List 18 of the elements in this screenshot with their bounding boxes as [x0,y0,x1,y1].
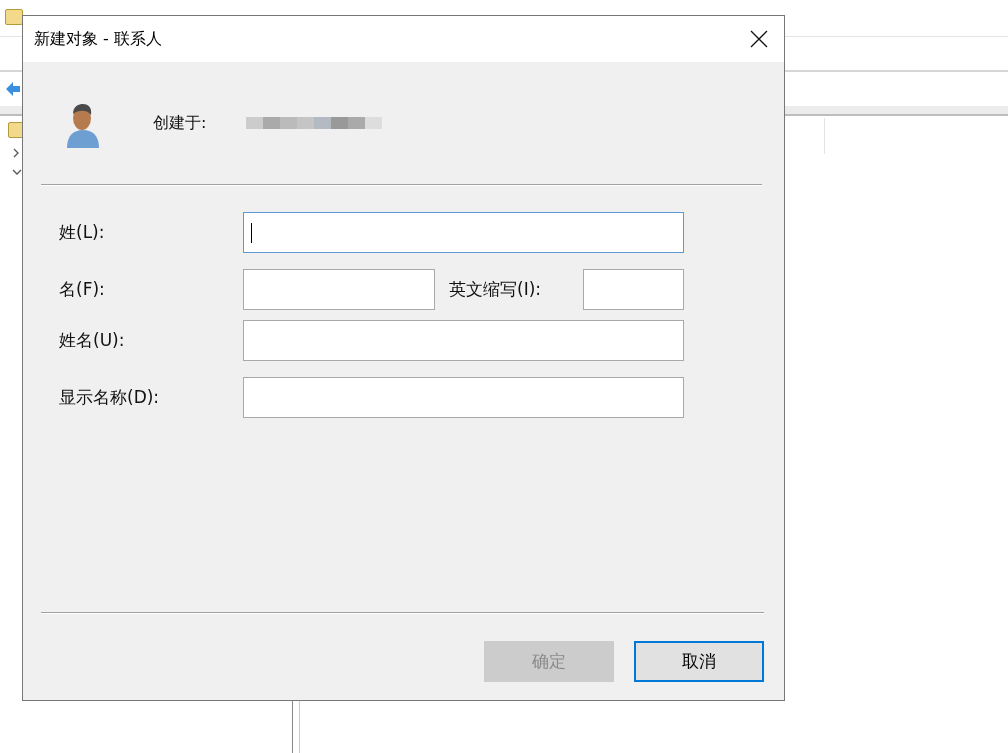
created-in-label: 创建于: [153,112,207,134]
field-label: 姓(L): [58,221,106,244]
field-label: 名(F): [58,278,106,301]
field-label: 姓名(U): [58,329,126,352]
chevron-down-icon[interactable] [12,168,22,176]
folder-icon [5,9,23,25]
chevron-right-icon[interactable] [12,148,20,158]
text-field[interactable] [243,269,435,310]
back-arrow-icon[interactable] [5,81,21,97]
field-label: 英文缩写(I): [449,278,542,301]
text-field[interactable] [243,212,684,253]
dialog-button[interactable]: 取消 [634,641,764,682]
text-field[interactable] [583,269,684,310]
field-label: 显示名称(D): [58,386,161,409]
dialog-title: 新建对象 - 联系人 [34,28,162,50]
text-field[interactable] [243,320,684,361]
close-icon[interactable] [750,30,768,48]
text-field[interactable] [243,377,684,418]
